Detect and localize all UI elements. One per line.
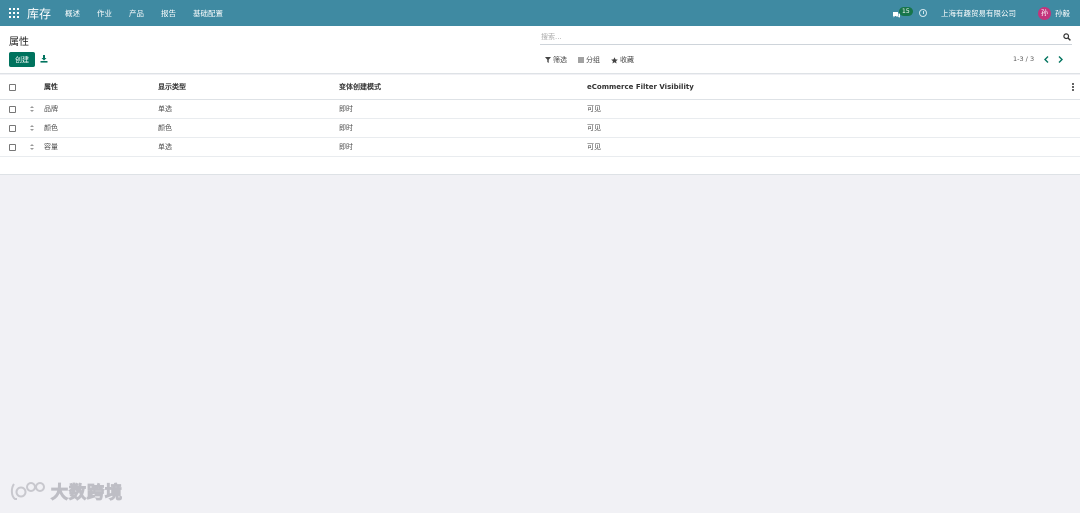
- filter-icon: [545, 57, 551, 63]
- user-avatar[interactable]: 孙: [1038, 6, 1051, 20]
- company-switcher[interactable]: 上海有趣贸易有限公司: [941, 8, 1016, 19]
- group-by-button[interactable]: 分组: [578, 55, 600, 65]
- messages-button[interactable]: 15: [891, 3, 913, 23]
- drag-handle-icon[interactable]: [30, 106, 34, 112]
- column-header-ecommerce-visibility[interactable]: eCommerce Filter Visibility: [587, 83, 694, 91]
- favorites-button[interactable]: 收藏: [611, 55, 634, 65]
- menu-item-products[interactable]: 产品: [129, 8, 144, 19]
- table-row[interactable]: 容量 单选 即时 可见: [0, 138, 1080, 157]
- chevron-right-icon: [1058, 55, 1064, 63]
- cell-variant-creation: 即时: [339, 143, 353, 151]
- filter-button[interactable]: 筛选: [545, 55, 567, 65]
- cell-attribute: 颜色: [44, 124, 58, 132]
- cell-ecommerce-visibility: 可见: [587, 124, 601, 132]
- menu-item-operations[interactable]: 作业: [97, 8, 112, 19]
- download-icon[interactable]: [40, 55, 48, 63]
- pager-previous-button[interactable]: [1044, 55, 1049, 63]
- column-header-display-type[interactable]: 显示类型: [158, 82, 186, 92]
- activity-clock-icon[interactable]: [919, 9, 927, 17]
- cell-variant-creation: 即时: [339, 124, 353, 132]
- control-panel: 属性 创建 筛选 分组 收藏 1-3 / 3: [0, 26, 1080, 74]
- search-bar: [540, 30, 1072, 45]
- row-checkbox[interactable]: [9, 106, 16, 113]
- row-checkbox[interactable]: [9, 144, 16, 151]
- create-button[interactable]: 创建: [9, 52, 35, 67]
- row-checkbox[interactable]: [9, 125, 16, 132]
- filter-label: 筛选: [553, 56, 567, 64]
- select-all-checkbox[interactable]: [9, 84, 16, 91]
- table-row[interactable]: 颜色 颜色 即时 可见: [0, 119, 1080, 138]
- optional-columns-icon[interactable]: [1071, 83, 1074, 91]
- apps-menu-icon[interactable]: [9, 8, 19, 18]
- list-header: 属性 显示类型 变体创建模式 eCommerce Filter Visibili…: [0, 75, 1080, 100]
- column-header-attribute[interactable]: 属性: [44, 82, 58, 92]
- drag-handle-icon[interactable]: [30, 144, 34, 150]
- page-title: 属性: [9, 37, 29, 48]
- star-icon: [611, 56, 618, 64]
- list-icon: [578, 57, 584, 63]
- cell-ecommerce-visibility: 可见: [587, 105, 601, 113]
- watermark-text: 大数跨境: [51, 483, 123, 504]
- table-row[interactable]: 品牌 单选 即时 可见: [0, 100, 1080, 119]
- pager-next-button[interactable]: [1058, 55, 1064, 63]
- attributes-list: 属性 显示类型 变体创建模式 eCommerce Filter Visibili…: [0, 75, 1080, 175]
- menu-item-reporting[interactable]: 报告: [161, 8, 176, 19]
- cell-attribute: 容量: [44, 143, 58, 151]
- cell-variant-creation: 即时: [339, 105, 353, 113]
- search-icon[interactable]: [1063, 33, 1071, 41]
- cell-display-type: 颜色: [158, 124, 172, 132]
- column-header-variant-creation[interactable]: 变体创建模式: [339, 82, 381, 92]
- user-menu[interactable]: 孙毅: [1055, 8, 1070, 19]
- cell-attribute: 品牌: [44, 105, 58, 113]
- pager: 1-3 / 3: [1013, 55, 1072, 63]
- top-navbar: 库存 概述 作业 产品 报告 基础配置 15 上海有趣贸易有限公司 孙 孙毅: [0, 0, 1080, 26]
- cell-display-type: 单选: [158, 143, 172, 151]
- menu-item-overview[interactable]: 概述: [65, 8, 80, 19]
- pager-value[interactable]: 1-3 / 3: [1013, 55, 1034, 63]
- search-options: 筛选 分组 收藏: [545, 55, 645, 65]
- group-by-label: 分组: [586, 56, 600, 64]
- app-title[interactable]: 库存: [27, 5, 51, 22]
- chevron-left-icon: [1044, 55, 1049, 63]
- navbar-systray: 15 上海有趣贸易有限公司 孙 孙毅: [891, 0, 1080, 26]
- favorites-label: 收藏: [620, 56, 634, 64]
- watermark: 大数跨境: [10, 478, 123, 504]
- cell-ecommerce-visibility: 可见: [587, 143, 601, 151]
- main-menu: 概述 作业 产品 报告 基础配置: [65, 8, 240, 19]
- message-count-badge: 15: [899, 7, 913, 16]
- watermark-logo-icon: [10, 481, 45, 500]
- drag-handle-icon[interactable]: [30, 125, 34, 131]
- search-input[interactable]: [540, 33, 1050, 41]
- cell-display-type: 单选: [158, 105, 172, 113]
- menu-item-configuration[interactable]: 基础配置: [193, 8, 223, 19]
